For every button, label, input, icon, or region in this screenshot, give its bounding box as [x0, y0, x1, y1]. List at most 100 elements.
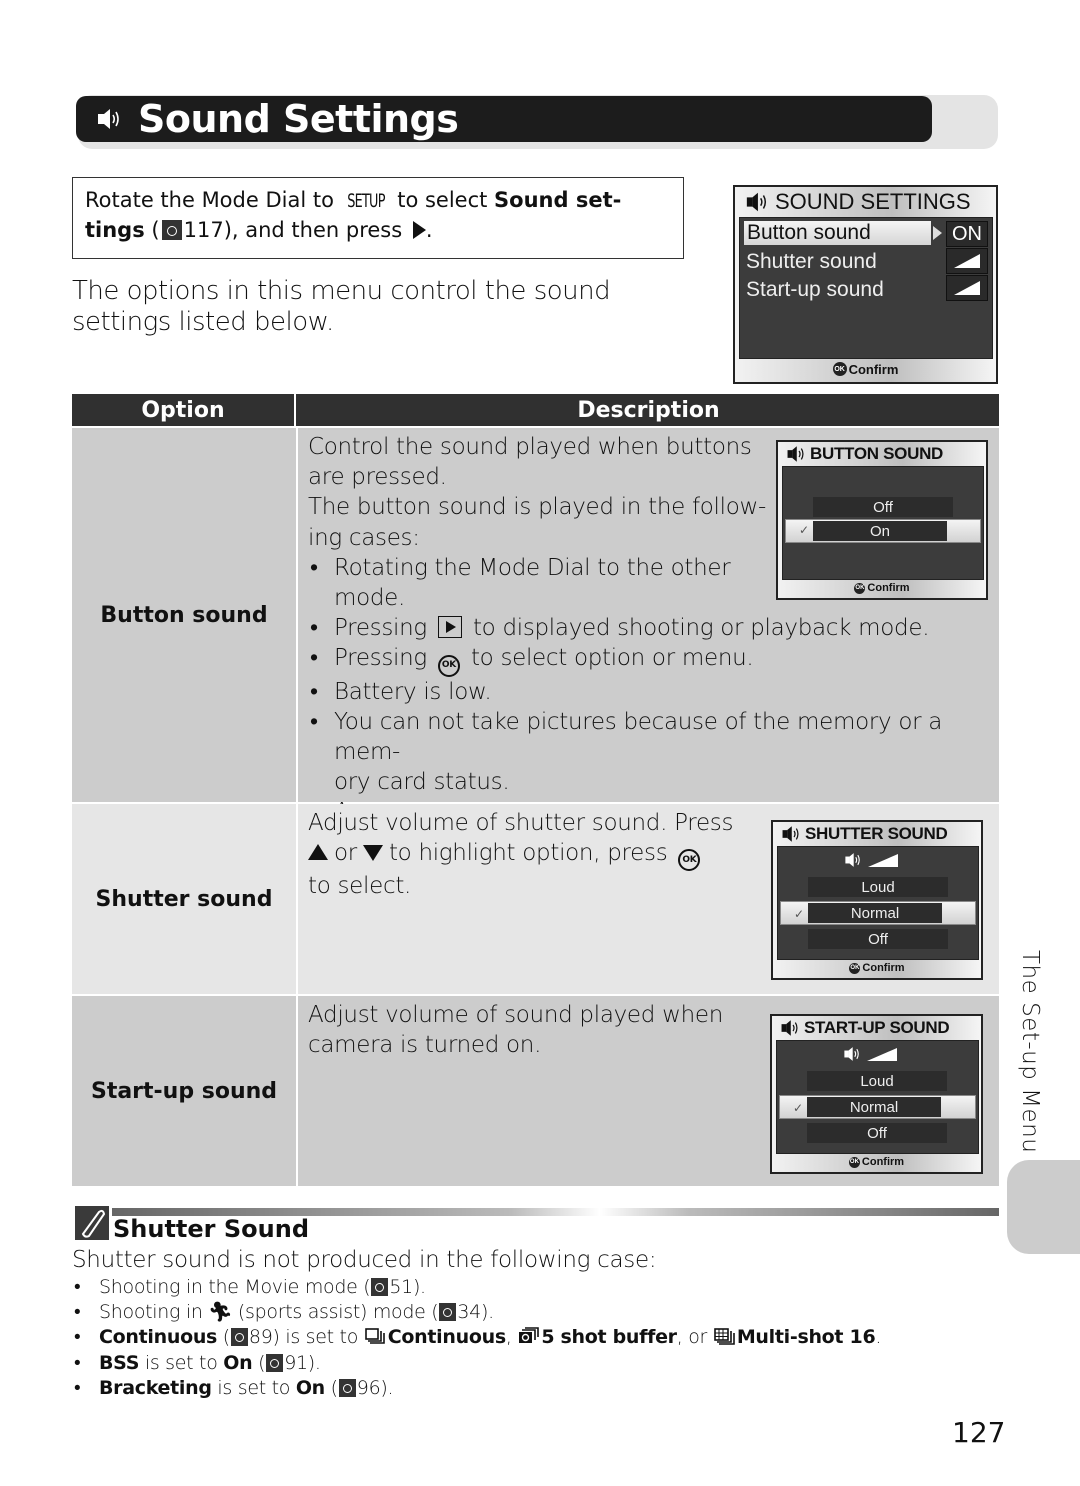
continuous-icon: [364, 1328, 385, 1345]
bold-term: Continuous: [387, 1326, 506, 1349]
ok-button-icon: OK: [437, 654, 460, 677]
option-loud[interactable]: Loud: [808, 877, 948, 897]
column-header-option: Option: [72, 394, 296, 426]
menu-item-label: Shutter sound: [746, 250, 877, 273]
text: (: [324, 1376, 338, 1399]
option-off[interactable]: Off: [807, 1123, 947, 1143]
screen-menu: Button sound ON Shutter sound Start-up s…: [739, 217, 993, 359]
page-reference[interactable]: 89: [249, 1326, 273, 1348]
option-name: Shutter sound: [72, 804, 296, 994]
menu-item-button-sound[interactable]: Button sound: [744, 221, 931, 245]
page-reference[interactable]: 51: [389, 1276, 413, 1298]
screen-title: SOUND SETTINGS: [775, 189, 971, 214]
list-item: Shooting in the Movie mode (51).: [72, 1275, 881, 1300]
speaker-icon: [96, 106, 122, 132]
text: (: [252, 1351, 266, 1374]
text-line: You can not take pictures because of the…: [334, 708, 943, 765]
bold-term: Bracketing: [99, 1376, 212, 1399]
selection-arrow-icon: [933, 226, 942, 240]
list-item: Pressing to displayed shooting or playba…: [308, 613, 998, 643]
screen-footer: OK Confirm: [735, 358, 996, 380]
page-reference[interactable]: 34: [457, 1301, 481, 1323]
volume-wedge-icon: [946, 248, 988, 274]
list-item: Continuous (89) is set to Continuous, 5 …: [72, 1325, 881, 1350]
instruction-box: Rotate the Mode Dial to SETUP to select …: [72, 177, 684, 259]
screen-title: BUTTON SOUND: [810, 444, 944, 463]
screen-header: SOUND SETTINGS: [745, 189, 971, 215]
option-loud[interactable]: Loud: [807, 1071, 947, 1091]
page-reference[interactable]: 91: [284, 1352, 308, 1374]
instruction-text: Rotate the Mode Dial to: [85, 188, 341, 212]
confirm-label: Confirm: [861, 1156, 905, 1168]
list-item: Pressing OK to select option or menu.: [308, 643, 998, 677]
text-line: ory card status.: [334, 769, 510, 796]
setup-mode-icon: SETUP: [346, 190, 385, 212]
screen-footer: OK Confirm: [778, 579, 986, 597]
down-arrow-icon: [362, 845, 383, 862]
text-line: Pressing: [334, 615, 427, 642]
page-reference[interactable]: 117: [184, 218, 224, 242]
text: ).: [480, 1301, 494, 1324]
text: ,: [505, 1326, 518, 1349]
text: , or: [676, 1326, 713, 1349]
table-row: Shutter sound Adjust volume of shutter s…: [72, 804, 999, 994]
confirm-label: Confirm: [867, 582, 910, 594]
option-name: Start-up sound: [72, 996, 296, 1186]
instruction-text: to select: [390, 188, 495, 212]
menu-item-startup-sound[interactable]: Start-up sound: [746, 278, 884, 302]
option-normal[interactable]: Normal: [807, 1097, 941, 1117]
bold-term: Multi-shot 16: [736, 1326, 876, 1349]
option-off[interactable]: Off: [808, 929, 948, 949]
screen-header: SHUTTER SOUND: [781, 824, 948, 844]
text-line: Pressing: [334, 645, 427, 672]
text: is set to: [139, 1351, 224, 1374]
speaker-icon: [844, 851, 862, 869]
checkmark-icon: ✓: [794, 907, 805, 921]
text-line: Adjust volume of shutter sound. Press: [308, 810, 734, 836]
description-text: Adjust volume of sound played when camer…: [308, 1000, 768, 1060]
ok-button-icon: OK: [832, 362, 847, 376]
ok-button-icon: OK: [678, 849, 701, 872]
page-reference-icon: [338, 1378, 356, 1397]
text-line: camera is turned on.: [308, 1032, 542, 1059]
ok-button-icon: OK: [849, 962, 861, 974]
multi-shot-icon: [714, 1328, 735, 1346]
bold-term: Continuous: [99, 1326, 218, 1349]
instruction-text: .: [425, 218, 433, 242]
list-item: Bracketing is set to On (96).: [72, 1376, 881, 1401]
volume-wedge-icon: [868, 853, 898, 867]
note-title: Shutter Sound: [113, 1215, 309, 1243]
text-line: to highlight option, press: [388, 840, 668, 867]
text: Shooting in the Movie mode (: [99, 1276, 371, 1298]
screen-header: BUTTON SOUND: [786, 444, 943, 464]
section-side-label: The Set-up Menu: [1017, 950, 1043, 1154]
page-reference-icon: [371, 1278, 389, 1296]
page-reference[interactable]: 96: [357, 1377, 381, 1399]
page-reference-icon: [161, 220, 182, 240]
text-line: or: [334, 840, 357, 867]
right-arrow-icon: [412, 221, 426, 239]
list-item: Battery is low.: [308, 677, 998, 707]
option-off[interactable]: Off: [813, 497, 953, 517]
speaker-icon: [786, 444, 806, 464]
menu-item-shutter-sound[interactable]: Shutter sound: [746, 250, 877, 274]
option-description: Adjust volume of shutter sound. Press or…: [298, 804, 999, 994]
title-bar: Sound Settings: [76, 96, 932, 142]
text: .: [875, 1326, 882, 1349]
option-normal[interactable]: Normal: [808, 903, 942, 923]
sports-assist-icon: 🏃︎: [208, 1301, 233, 1324]
text: (sports assist) mode (: [232, 1301, 439, 1324]
ok-button-icon: OK: [854, 582, 866, 594]
playback-button-icon: [437, 616, 462, 639]
table-row: Button sound Control the sound played wh…: [72, 428, 999, 828]
text: (: [217, 1326, 230, 1349]
page-number: 127: [952, 1416, 1006, 1449]
volume-indicator: [844, 851, 898, 869]
table-row: Start-up sound Adjust volume of sound pl…: [72, 996, 999, 1186]
list-item: Shooting in 🏃︎ (sports assist) mode (34)…: [72, 1300, 881, 1325]
screen-footer: OK Confirm: [773, 959, 981, 977]
option-on[interactable]: On: [813, 521, 947, 541]
text-line: Adjust volume of sound played when: [308, 1002, 723, 1028]
text-line: to displayed shooting or playback mode.: [472, 615, 930, 642]
instruction-text: ), and then press: [223, 218, 409, 242]
